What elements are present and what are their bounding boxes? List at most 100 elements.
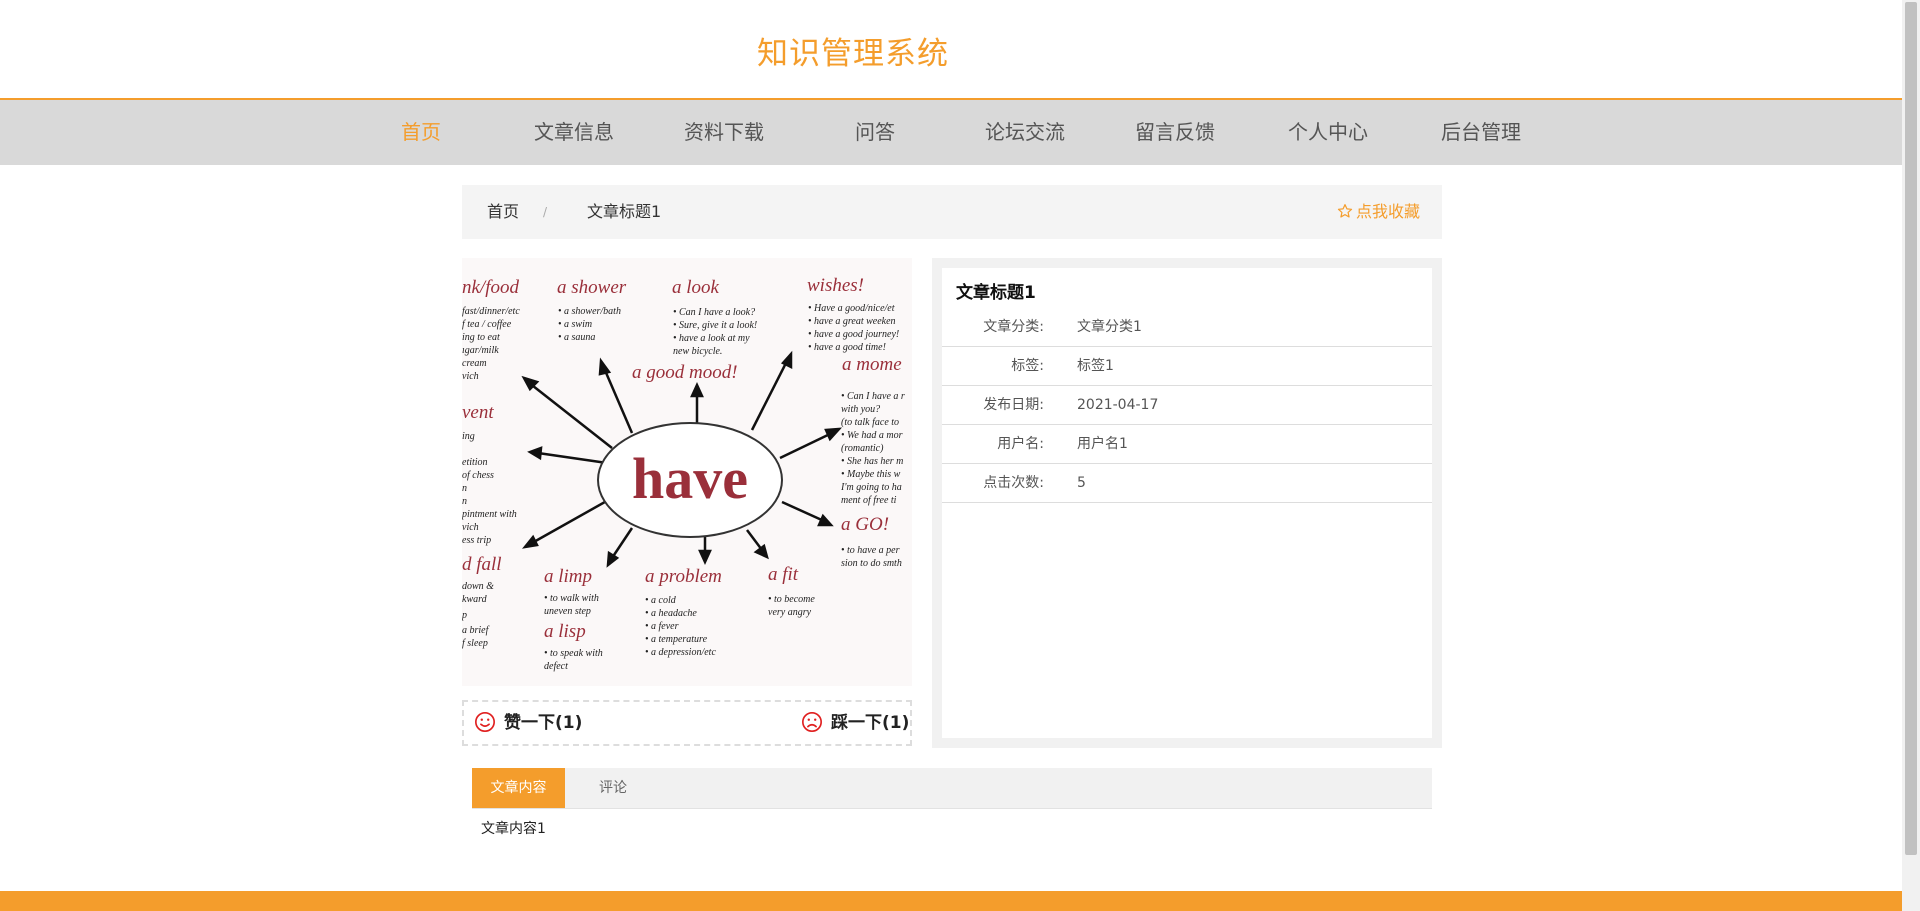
image-note: • a cold: [645, 595, 677, 606]
nav-item-profile[interactable]: 个人中心: [1268, 100, 1388, 165]
image-note: a brief: [462, 625, 490, 636]
content-tabs: 文章内容 评论: [472, 768, 1432, 809]
image-note: sion to do smth: [841, 558, 902, 569]
image-note: n: [462, 496, 467, 507]
image-note: • a fever: [645, 621, 679, 632]
scrollbar-thumb[interactable]: [1905, 2, 1917, 855]
image-phrase-wishes: wishes!: [807, 275, 864, 296]
image-note: • have a good time!: [808, 342, 886, 353]
breadcrumb-separator: /: [543, 205, 548, 219]
image-phrase-look: a look: [672, 277, 720, 298]
image-note: very angry: [768, 607, 812, 618]
image-note: fast/dinner/etc: [462, 306, 520, 317]
image-phrase-fall: d fall: [462, 554, 502, 575]
image-note: vich: [462, 371, 479, 382]
image-note: vich: [462, 522, 479, 533]
image-note: • We had a mor: [841, 430, 903, 441]
image-note: new bicycle.: [673, 346, 722, 357]
image-phrase-lisp: a lisp: [544, 621, 586, 642]
site-header: 知识管理系统: [0, 0, 1902, 100]
breadcrumb-home[interactable]: 首页: [487, 185, 519, 239]
info-value: 标签1: [1077, 358, 1114, 374]
site-title: 知识管理系统: [757, 36, 949, 72]
image-phrase-food: nk/food: [462, 277, 519, 298]
nav-item-admin[interactable]: 后台管理: [1421, 100, 1541, 165]
vote-bar: 赞一下(1) 踩一下(1): [462, 700, 912, 746]
info-value: 文章分类1: [1077, 319, 1142, 335]
image-note: pintment with: [462, 509, 517, 520]
image-note: • a shower/bath: [558, 306, 621, 317]
info-row-category: 文章分类: 文章分类1: [942, 308, 1432, 347]
image-note: • to speak with: [544, 648, 603, 659]
footer-bar: [0, 891, 1902, 911]
nav-item-forum[interactable]: 论坛交流: [965, 100, 1085, 165]
info-label: 文章分类:: [983, 319, 1044, 335]
tab-comments[interactable]: 评论: [565, 768, 661, 808]
image-note: down &: [462, 581, 494, 592]
image-note: • a temperature: [645, 634, 708, 645]
image-note: • Have a good/nice/et: [808, 303, 895, 314]
main-nav: 首页 文章信息 资料下载 问答 论坛交流 留言反馈 个人中心 后台管理: [0, 100, 1902, 165]
frown-icon: [802, 712, 822, 732]
image-note: uneven step: [544, 606, 591, 617]
vertical-scrollbar[interactable]: [1902, 0, 1920, 911]
image-phrase-go: a GO!: [841, 514, 889, 535]
image-note: n: [462, 483, 467, 494]
info-value: 用户名1: [1077, 436, 1128, 452]
dislike-label: 踩一下(1): [831, 713, 910, 733]
info-row-clicks: 点击次数: 5: [942, 464, 1432, 503]
image-note: • to have a per: [841, 545, 900, 556]
nav-item-qa[interactable]: 问答: [815, 100, 935, 165]
image-note: of chess: [462, 470, 494, 481]
info-label: 用户名:: [997, 436, 1044, 452]
image-note: • Sure, give it a look!: [673, 320, 757, 331]
image-note: I'm going to ha: [840, 482, 902, 493]
image-note: ing to eat: [462, 332, 500, 343]
like-label: 赞一下(1): [504, 713, 583, 733]
article-info-card: 文章标题1 文章分类: 文章分类1 标签: 标签1 发布日期: 2021-04-…: [942, 268, 1432, 738]
smile-icon: [475, 712, 495, 732]
tab-article-content[interactable]: 文章内容: [472, 768, 565, 808]
image-note: • have a good journey!: [808, 329, 899, 340]
image-center-word: have: [632, 446, 748, 511]
image-note: with you?: [841, 404, 880, 415]
image-note: ment of free ti: [841, 495, 897, 506]
image-phrase-shower: a shower: [557, 277, 627, 298]
image-note: ess trip: [462, 535, 491, 546]
image-phrase-mood: a good mood!: [632, 362, 738, 383]
image-note: (romantic): [841, 443, 884, 454]
article-info-panel: 文章标题1 文章分类: 文章分类1 标签: 标签1 发布日期: 2021-04-…: [932, 258, 1442, 748]
info-label: 发布日期:: [983, 397, 1044, 413]
image-note: f tea / coffee: [462, 319, 512, 330]
like-button[interactable]: 赞一下(1): [474, 702, 582, 744]
article-image: have nk/food a shower a look wishes! a g…: [462, 258, 912, 686]
article-title: 文章标题1: [956, 283, 1036, 303]
dislike-button[interactable]: 踩一下(1): [801, 702, 909, 744]
breadcrumb-current: 文章标题1: [587, 202, 662, 221]
image-note: • Can I have a r: [841, 391, 905, 402]
image-note: (to talk face to: [841, 417, 899, 428]
image-note: • to become: [768, 594, 815, 605]
image-note: • a swim: [558, 319, 592, 330]
image-note: • a headache: [645, 608, 697, 619]
image-phrase-fit: a fit: [768, 564, 799, 585]
image-note: • have a look at my: [673, 333, 750, 344]
info-row-tag: 标签: 标签1: [942, 347, 1432, 386]
nav-item-home[interactable]: 首页: [361, 100, 481, 165]
image-phrase-limp: a limp: [544, 566, 592, 587]
nav-item-feedback[interactable]: 留言反馈: [1115, 100, 1235, 165]
image-note: • Maybe this w: [841, 469, 901, 480]
nav-item-downloads[interactable]: 资料下载: [664, 100, 784, 165]
image-note: p: [462, 610, 467, 621]
favorite-button[interactable]: 点我收藏: [1337, 185, 1420, 239]
image-phrase-moment: a mome: [842, 354, 902, 375]
image-note: • have a great weeken: [808, 316, 896, 327]
image-note: • a sauna: [558, 332, 595, 343]
image-note: • a depression/etc: [645, 647, 716, 658]
image-note: etition: [462, 457, 488, 468]
star-outline-icon: [1337, 204, 1353, 218]
info-label: 标签:: [1011, 358, 1044, 374]
image-note: • Can I have a look?: [673, 307, 755, 318]
nav-item-articles[interactable]: 文章信息: [514, 100, 634, 165]
info-value: 2021-04-17: [1077, 397, 1159, 413]
